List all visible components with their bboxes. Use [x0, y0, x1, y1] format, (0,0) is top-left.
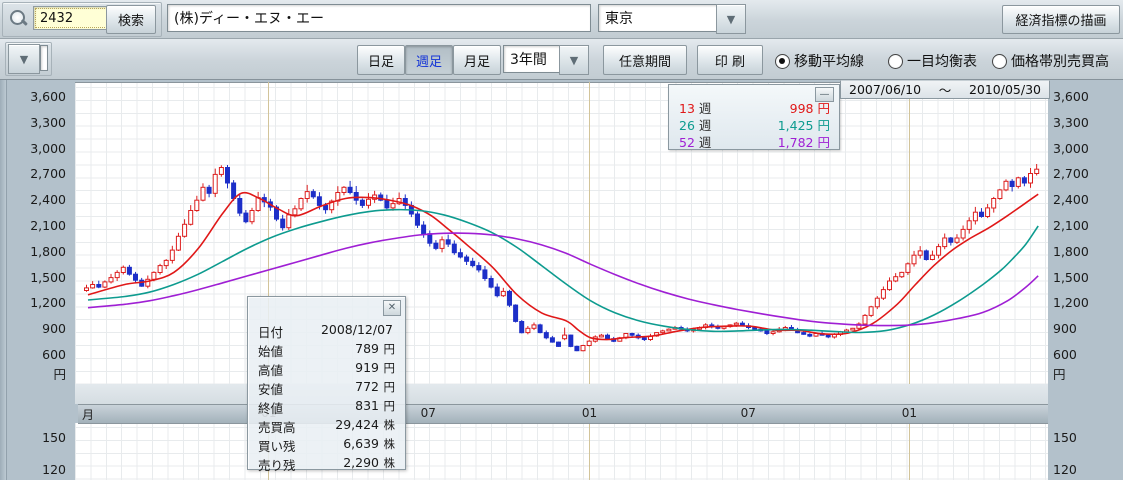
legend-period: 13: [679, 101, 695, 116]
legend-row: 52 週 1,782 円: [679, 132, 830, 151]
legend-period-unit: 週: [699, 135, 712, 150]
legend-period: 26: [679, 118, 695, 133]
date-range-separator: ～: [939, 80, 952, 99]
chevron-down-icon: ▼: [727, 13, 735, 26]
close-button[interactable]: ✕: [383, 300, 401, 316]
tooltip-row: 高値919円: [258, 360, 395, 379]
range-select-arrow-button[interactable]: ▼: [559, 45, 589, 75]
stock-code-input[interactable]: [33, 6, 113, 30]
legend-value: 1,425: [778, 118, 814, 133]
radio-volume-by-price[interactable]: 価格帯別売買高: [992, 51, 1109, 71]
economic-indicator-button[interactable]: 経済指標の描画: [1002, 5, 1120, 34]
market-select-arrow-button[interactable]: ▼: [716, 4, 746, 34]
radio-volume-by-price-label: 価格帯別売買高: [1011, 51, 1109, 71]
chevron-down-icon: ▼: [20, 53, 28, 66]
legend-period-unit: 週: [699, 101, 712, 116]
tooltip-row: 終値831円: [258, 398, 395, 417]
radio-icon: [888, 54, 903, 69]
x-axis-bar[interactable]: 月 0107010701: [78, 404, 1048, 424]
legend-value-unit: 円: [817, 118, 830, 133]
chevron-down-icon: ▼: [570, 54, 578, 67]
radio-icon: [775, 54, 790, 69]
quote-tooltip-panel[interactable]: ✕ 日付2008/12/07 始値789円 高値919円 安値772円 終値83…: [247, 296, 406, 470]
legend-period: 52: [679, 135, 695, 150]
tooltip-row: 安値772円: [258, 379, 395, 398]
date-range-end: 2010/05/30: [969, 82, 1041, 97]
tab-daily[interactable]: 日足: [357, 45, 405, 75]
tooltip-row: 日付2008/12/07: [258, 322, 395, 341]
legend-value: 1,782: [778, 135, 814, 150]
company-name-input[interactable]: [167, 4, 591, 32]
x-axis-label: 07: [741, 406, 756, 420]
chart-region: 月 0107010701 — 13 週 998 円 26 週 1,425 円 5…: [0, 80, 1123, 480]
range-select-value: 3年間: [510, 49, 547, 69]
radio-ichimoku[interactable]: 一目均衡表: [888, 51, 977, 71]
date-range-start: 2007/06/10: [849, 82, 921, 97]
legend-value-unit: 円: [817, 135, 830, 150]
legend-period-unit: 週: [699, 118, 712, 133]
legend-value: 998: [790, 101, 814, 116]
x-axis-label: 07: [421, 406, 436, 420]
x-axis-month-header: 月: [82, 406, 94, 423]
tab-monthly[interactable]: 月足: [453, 45, 501, 75]
close-icon: ✕: [388, 303, 396, 313]
main-toolbar: 検索 東京 ▼ 経済指標の描画: [0, 0, 1123, 39]
radio-ichimoku-label: 一目均衡表: [907, 51, 977, 71]
radio-moving-average[interactable]: 移動平均線: [775, 51, 864, 71]
market-select[interactable]: 東京: [598, 4, 730, 32]
x-axis-label: 01: [582, 406, 597, 420]
print-button[interactable]: 印 刷: [697, 45, 763, 75]
tooltip-row: 始値789円: [258, 341, 395, 360]
search-button[interactable]: 検索: [106, 5, 156, 34]
custom-period-button[interactable]: 任意期間: [603, 45, 687, 75]
tooltip-row: 買い残6,639株: [258, 436, 395, 455]
market-select-value: 東京: [605, 8, 633, 28]
radio-moving-average-label: 移動平均線: [794, 51, 864, 71]
favorites-dropdown-button[interactable]: ▼: [8, 44, 40, 74]
tab-weekly[interactable]: 週足: [405, 45, 453, 75]
tooltip-row: 売り残2,290株: [258, 455, 395, 474]
radio-icon: [992, 54, 1007, 69]
date-range-bar[interactable]: 2007/06/10 ～ 2010/05/30: [840, 80, 1050, 99]
moving-average-legend-panel[interactable]: — 13 週 998 円 26 週 1,425 円 52 週 1,782 円: [668, 84, 840, 150]
chart-toolbar: ▼ 日足 週足 月足 3年間 ▼ 任意期間 印 刷 移動平均線 一目均衡表 価格…: [0, 39, 1123, 80]
favorites-dropdown-field: [40, 45, 48, 71]
legend-value-unit: 円: [817, 101, 830, 116]
tooltip-row: 売買高29,424株: [258, 417, 395, 436]
x-axis-label: 01: [902, 406, 917, 420]
search-icon: [9, 9, 27, 27]
